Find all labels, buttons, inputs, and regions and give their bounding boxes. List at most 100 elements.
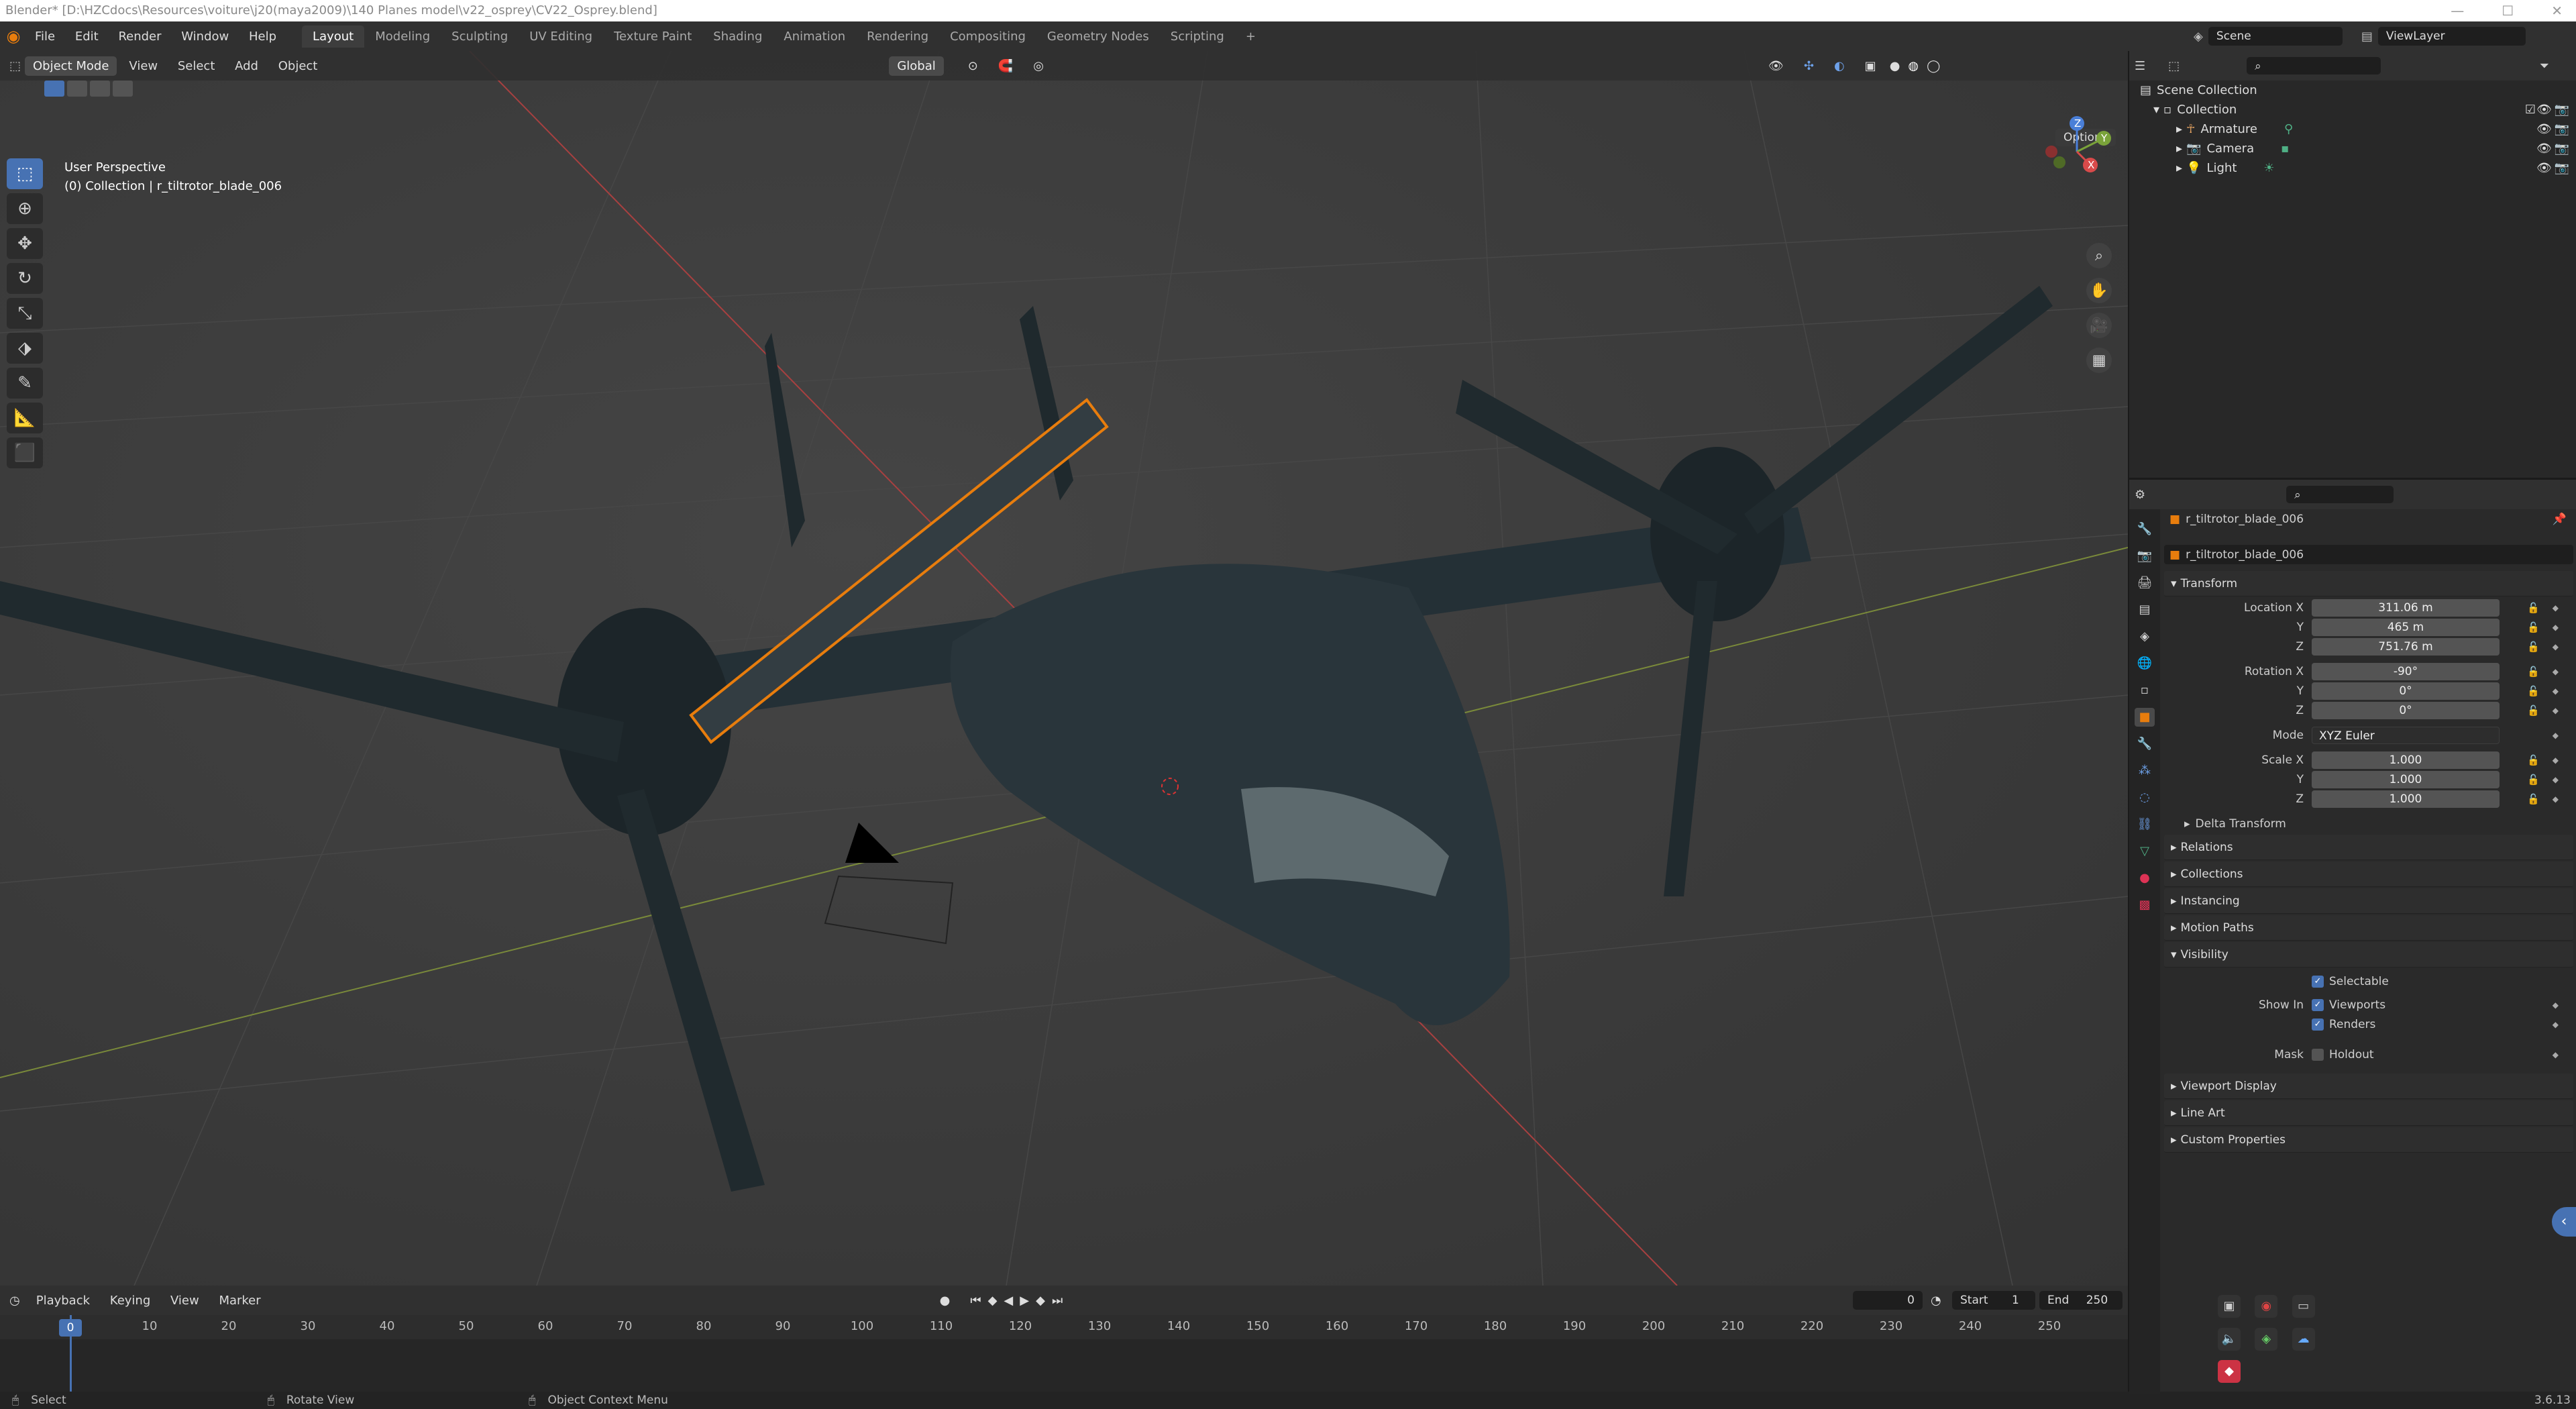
outliner-item-camera[interactable]: ▸ 📷 Camera ▪ 👁 📷 — [2129, 139, 2576, 158]
end-frame-field[interactable]: End 250 — [2039, 1291, 2123, 1310]
keyframe-dot-icon[interactable]: ◆ — [2553, 1020, 2559, 1029]
tab-modeling[interactable]: Modeling — [364, 25, 441, 48]
rotate-icon[interactable]: ↻ — [7, 263, 43, 294]
tab-animation[interactable]: Animation — [773, 25, 856, 48]
keyframe-dot-icon[interactable]: ◆ — [2553, 794, 2559, 804]
camera-view-icon[interactable]: 🎥 — [2086, 313, 2112, 338]
holdout-checkbox[interactable] — [2312, 1048, 2324, 1061]
keyframe-dot-icon[interactable]: ◆ — [2553, 642, 2559, 651]
tab-compositing[interactable]: Compositing — [939, 25, 1036, 48]
outliner-search-field[interactable]: ⌕ — [2247, 57, 2381, 74]
visibility-icon[interactable]: 👁 — [1768, 59, 1784, 73]
tool-tab-icon[interactable]: 🔧 — [2135, 520, 2155, 539]
render-tab-icon[interactable]: 📷 — [2135, 547, 2155, 566]
overlay-toggle-icon[interactable]: ◐ — [1834, 59, 1845, 73]
keyframe-dot-icon[interactable]: ◆ — [2553, 686, 2559, 696]
panel-instancing[interactable]: ▸ Instancing — [2164, 888, 2573, 914]
scale-icon[interactable]: ⤡ — [7, 298, 43, 329]
tab-rendering[interactable]: Rendering — [856, 25, 939, 48]
jump-start-icon[interactable]: ⏮ — [970, 1294, 981, 1308]
lock-icon[interactable]: 🔓 — [2527, 602, 2540, 614]
menu-add[interactable]: Add — [227, 59, 266, 73]
annotate-icon[interactable]: ✎ — [7, 368, 43, 399]
play-icon[interactable]: ▶ — [1020, 1294, 1029, 1308]
lock-icon[interactable]: 🔓 — [2527, 685, 2540, 697]
menu-file[interactable]: File — [27, 30, 63, 44]
menu-marker[interactable]: Marker — [211, 1294, 268, 1308]
panel-custom-properties[interactable]: ▸ Custom Properties — [2164, 1127, 2573, 1153]
blender-logo-icon[interactable]: ◉ — [0, 21, 27, 51]
panel-transform[interactable]: ▾ Transform — [2164, 571, 2573, 596]
pan-hand-icon[interactable]: ✋ — [2086, 278, 2112, 303]
scale-x-field[interactable]: 1.000 — [2312, 751, 2500, 769]
keyframe-dot-icon[interactable]: ◆ — [2553, 1000, 2559, 1010]
gizmo-toggle-icon[interactable]: ✣ — [1804, 59, 1814, 73]
play-reverse-icon[interactable]: ◀ — [1004, 1294, 1013, 1308]
menu-select[interactable]: Select — [170, 59, 223, 73]
rotation-y-field[interactable]: 0° — [2312, 682, 2500, 700]
output-tab-icon[interactable]: 🖨 — [2135, 574, 2155, 592]
panel-delta-transform[interactable]: ▸ Delta Transform — [2164, 814, 2573, 833]
expand-icon[interactable]: ▸ — [2176, 122, 2182, 136]
collection-tab-icon[interactable]: ▫ — [2135, 681, 2155, 700]
menu-playback[interactable]: Playback — [28, 1294, 98, 1308]
tab-shading[interactable]: Shading — [702, 25, 773, 48]
filter-icon[interactable]: ⏷ — [2540, 59, 2549, 73]
menu-timeline-view[interactable]: View — [162, 1294, 207, 1308]
properties-search-field[interactable]: ⌕ — [2286, 486, 2394, 503]
lock-icon[interactable]: 🔓 — [2527, 793, 2540, 805]
lock-icon[interactable]: 🔓 — [2527, 754, 2540, 766]
cursor-icon[interactable]: ⊕ — [7, 193, 43, 224]
tray-app2-icon[interactable]: ◆ — [2218, 1360, 2241, 1384]
object-tab-icon[interactable]: ■ — [2135, 708, 2155, 727]
gizmo-neg-y-icon[interactable] — [2053, 156, 2065, 168]
particles-tab-icon[interactable]: ⁂ — [2135, 762, 2155, 780]
panel-collections[interactable]: ▸ Collections — [2164, 862, 2573, 887]
selectable-checkbox[interactable]: ✓ — [2312, 975, 2324, 988]
menu-keying[interactable]: Keying — [102, 1294, 158, 1308]
menu-edit[interactable]: Edit — [67, 30, 107, 44]
panel-viewport-display[interactable]: ▸ Viewport Display — [2164, 1074, 2573, 1099]
add-cube-icon[interactable]: ⬛ — [7, 437, 43, 468]
maximize-icon[interactable]: ☐ — [2502, 0, 2514, 21]
location-z-field[interactable]: 751.76 m — [2312, 637, 2500, 656]
pivot-icon[interactable]: ⊙ — [968, 59, 978, 73]
navigation-gizmo[interactable]: Z Y X — [2037, 111, 2117, 192]
rotation-mode-dropdown[interactable]: XYZ Euler — [2312, 726, 2500, 744]
collection-camera-icon[interactable]: 📷 — [2555, 103, 2569, 117]
tab-texture-paint[interactable]: Texture Paint — [603, 25, 702, 48]
move-icon[interactable]: ✥ — [7, 228, 43, 259]
menu-object[interactable]: Object — [270, 59, 326, 73]
modifier-tab-icon[interactable]: 🔧 — [2135, 735, 2155, 753]
tab-uv-editing[interactable]: UV Editing — [519, 25, 603, 48]
tab-sculpting[interactable]: Sculpting — [441, 25, 519, 48]
sidebar-toggle-icon[interactable]: ‹ — [2552, 1207, 2576, 1237]
shading-solid-icon[interactable]: ● — [1890, 59, 1900, 73]
add-workspace-icon[interactable]: + — [1235, 25, 1267, 48]
physics-tab-icon[interactable]: ◌ — [2135, 788, 2155, 807]
display-mode-icon[interactable]: ⬚ — [2168, 59, 2180, 73]
record-icon[interactable]: ● — [940, 1294, 951, 1308]
xray-icon[interactable]: ▣ — [1865, 59, 1876, 73]
panel-relations[interactable]: ▸ Relations — [2164, 835, 2573, 860]
keyframe-dot-icon[interactable]: ◆ — [2553, 667, 2559, 676]
lock-icon[interactable]: 🔓 — [2527, 641, 2540, 653]
zoom-icon[interactable]: ⌕ — [2086, 243, 2112, 268]
close-icon[interactable]: ✕ — [2551, 0, 2563, 21]
select-new-icon[interactable] — [44, 81, 64, 97]
tray-display-icon[interactable]: ▭ — [2292, 1295, 2315, 1318]
transform-orientation[interactable]: Global — [889, 56, 944, 76]
rotation-z-field[interactable]: 0° — [2312, 701, 2500, 719]
keyframe-dot-icon[interactable]: ◆ — [2553, 1050, 2559, 1059]
panel-visibility[interactable]: ▾ Visibility — [2164, 942, 2573, 968]
collection-eye-icon[interactable]: 👁 — [2536, 103, 2552, 117]
menu-help[interactable]: Help — [241, 30, 284, 44]
object-name-field[interactable]: ■ r_tiltrotor_blade_006 — [2164, 545, 2573, 564]
camera-object[interactable] — [824, 823, 954, 945]
snap-icon[interactable]: 🧲 — [998, 59, 1013, 73]
jump-end-icon[interactable]: ⏭ — [1052, 1294, 1063, 1308]
keyframe-dot-icon[interactable]: ◆ — [2553, 706, 2559, 715]
prev-key-icon[interactable]: ◆ — [988, 1294, 998, 1308]
tab-geometry-nodes[interactable]: Geometry Nodes — [1036, 25, 1160, 48]
camera-eye-icon[interactable]: 👁 — [2536, 142, 2552, 156]
